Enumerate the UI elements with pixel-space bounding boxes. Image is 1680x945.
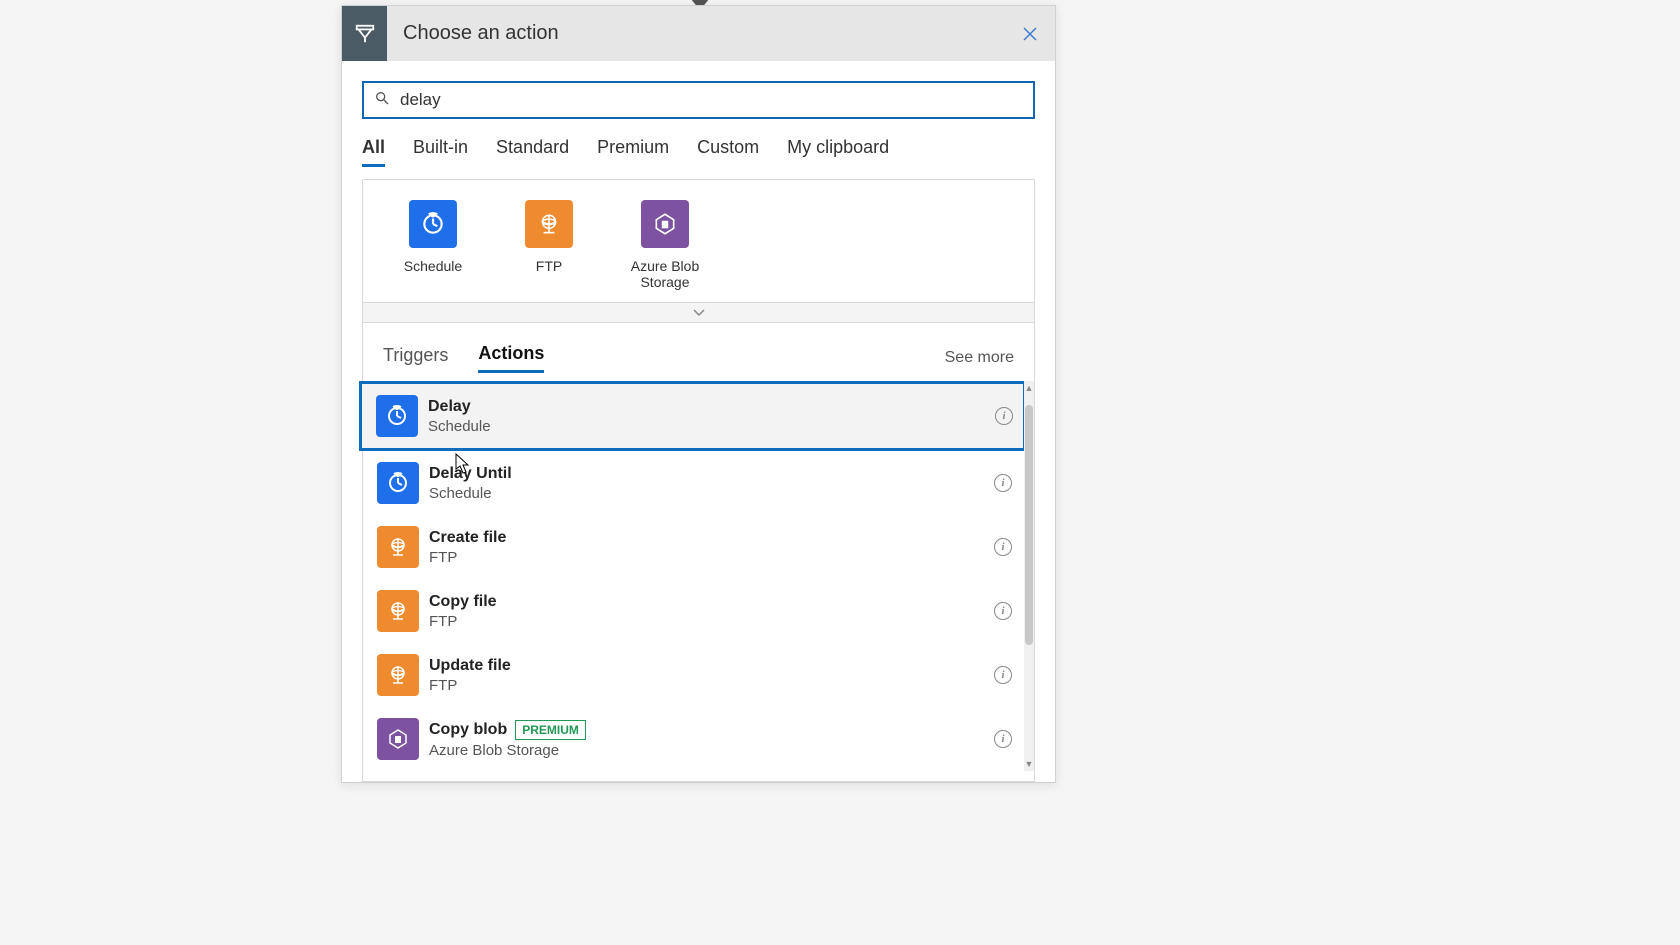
tab-built-in[interactable]: Built-in bbox=[413, 137, 468, 167]
scroll-up-icon[interactable]: ▲ bbox=[1025, 381, 1034, 395]
tab-custom[interactable]: Custom bbox=[697, 137, 759, 167]
premium-badge: PREMIUM bbox=[515, 720, 586, 740]
action-subtitle: Schedule bbox=[428, 418, 995, 435]
info-icon[interactable]: i bbox=[994, 602, 1012, 620]
expand-connectors-button[interactable] bbox=[362, 303, 1035, 323]
action-title: Delay Until bbox=[429, 465, 994, 483]
tab-my-clipboard[interactable]: My clipboard bbox=[787, 137, 889, 167]
search-box[interactable] bbox=[362, 81, 1035, 119]
action-subtitle: FTP bbox=[429, 613, 994, 630]
connector-label: Azure Blob Storage bbox=[625, 258, 705, 290]
action-title: Copy blobPREMIUM bbox=[429, 720, 994, 740]
action-delay-until[interactable]: Delay Until Schedulei bbox=[363, 451, 1022, 515]
action-text: Delay Until Schedule bbox=[429, 465, 994, 502]
action-subtitle: FTP bbox=[429, 549, 994, 566]
info-icon[interactable]: i bbox=[994, 538, 1012, 556]
ftp-icon bbox=[377, 654, 419, 696]
filter-tabs: All Built-in Standard Premium Custom My clipb… bbox=[342, 119, 1055, 167]
action-create-file[interactable]: Create file FTPi bbox=[363, 515, 1022, 579]
panel-title: Choose an action bbox=[387, 22, 1005, 45]
action-update-file[interactable]: Update file FTPi bbox=[363, 643, 1022, 707]
search-input[interactable] bbox=[390, 90, 1023, 110]
scrollbar[interactable]: ▲ ▼ bbox=[1024, 381, 1034, 771]
action-title: Update file bbox=[429, 657, 994, 675]
action-copy-blob[interactable]: Copy blobPREMIUM Azure Blob Storagei bbox=[363, 707, 1022, 771]
action-subtitle: Azure Blob Storage bbox=[429, 742, 994, 759]
action-text: Delay Schedule bbox=[428, 398, 995, 435]
action-text: Copy blobPREMIUM Azure Blob Storage bbox=[429, 720, 994, 759]
choose-action-panel: Choose an action All Built-in Standard Prem… bbox=[341, 5, 1056, 783]
connector-azure-blob-storage[interactable]: Azure Blob Storage bbox=[625, 200, 705, 290]
connector-ftp[interactable]: FTP bbox=[509, 200, 589, 290]
action-text: Copy file FTP bbox=[429, 593, 994, 630]
info-icon[interactable]: i bbox=[994, 666, 1012, 684]
search-icon bbox=[374, 90, 390, 111]
action-list: DelayScheduleiDelay UntilScheduleiCreate… bbox=[363, 381, 1034, 771]
action-subtitle: Schedule bbox=[429, 485, 994, 502]
blob-icon bbox=[641, 200, 689, 248]
clock-icon bbox=[376, 395, 418, 437]
action-subtitle: FTP bbox=[429, 677, 994, 694]
subtab-actions[interactable]: Actions bbox=[478, 343, 544, 373]
scroll-down-icon[interactable]: ▼ bbox=[1025, 757, 1034, 771]
clock-icon bbox=[377, 462, 419, 504]
close-button[interactable] bbox=[1005, 6, 1055, 61]
blob-icon bbox=[377, 718, 419, 760]
subtab-triggers[interactable]: Triggers bbox=[383, 345, 448, 372]
action-delay[interactable]: Delay Schedulei bbox=[359, 381, 1026, 451]
action-text: Update file FTP bbox=[429, 657, 994, 694]
panel-header: Choose an action bbox=[342, 6, 1055, 61]
action-title: Delay bbox=[428, 398, 995, 416]
scroll-thumb[interactable] bbox=[1025, 405, 1033, 645]
ftp-icon bbox=[525, 200, 573, 248]
info-icon[interactable]: i bbox=[994, 474, 1012, 492]
connectors-grid: Schedule FTP Azure Blob Storage bbox=[362, 179, 1035, 303]
info-icon[interactable]: i bbox=[995, 407, 1013, 425]
connector-label: Schedule bbox=[393, 258, 473, 274]
action-title: Create file bbox=[429, 529, 994, 547]
tab-all[interactable]: All bbox=[362, 137, 385, 167]
connector-label: FTP bbox=[509, 258, 589, 274]
tab-standard[interactable]: Standard bbox=[496, 137, 569, 167]
connector-schedule[interactable]: Schedule bbox=[393, 200, 473, 290]
ftp-icon bbox=[377, 590, 419, 632]
result-type-tabs: Triggers Actions See more bbox=[363, 323, 1034, 373]
tab-premium[interactable]: Premium bbox=[597, 137, 669, 167]
ftp-icon bbox=[377, 526, 419, 568]
action-text: Create file FTP bbox=[429, 529, 994, 566]
action-copy-file[interactable]: Copy file FTPi bbox=[363, 579, 1022, 643]
see-more-link[interactable]: See more bbox=[945, 349, 1014, 367]
action-picker-icon bbox=[342, 6, 387, 61]
clock-icon bbox=[409, 200, 457, 248]
action-title: Copy file bbox=[429, 593, 994, 611]
info-icon[interactable]: i bbox=[994, 730, 1012, 748]
